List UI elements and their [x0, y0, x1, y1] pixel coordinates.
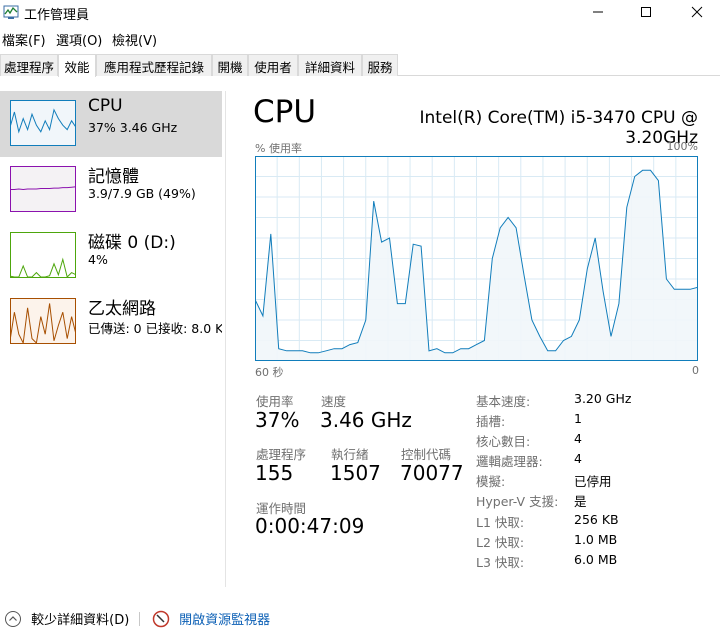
close-icon	[691, 6, 703, 18]
tab-users[interactable]: 使用者	[248, 54, 298, 76]
tab-strip: 處理程序 效能 應用程式歷程記錄 開機 使用者 詳細資料 服務	[0, 54, 720, 77]
menu-options[interactable]: 選項(O)	[56, 30, 102, 49]
resource-monitor-icon	[152, 610, 170, 627]
spec-value: 256 KB	[574, 512, 619, 527]
menu-file[interactable]: 檔案(F)	[2, 30, 46, 49]
tab-startup[interactable]: 開機	[212, 54, 248, 76]
utilization-value: 37%	[255, 408, 300, 432]
spec-label: L2 快取:	[476, 535, 525, 550]
title-bar: 工作管理員	[0, 0, 720, 24]
usage-max-label: 100%	[666, 140, 698, 153]
spec-value: 3.20 GHz	[574, 391, 632, 406]
spec-value: 6.0 MB	[574, 552, 618, 567]
sidebar-item-ethernet[interactable]: 乙太網路 已傳送: 0 已接收: 8.0 Kbps	[0, 289, 222, 355]
usage-axis-label: % 使用率	[255, 142, 302, 155]
footer-bar: 較少詳細資料(D) 開啟資源監視器	[0, 606, 720, 634]
maximize-button[interactable]	[623, 0, 669, 24]
spec-label: 邏輯處理器:	[476, 454, 543, 469]
tab-performance[interactable]: 效能	[58, 54, 96, 77]
menu-bar: 檔案(F) 選項(O) 檢視(V)	[0, 28, 720, 49]
time-span-label: 60 秒	[255, 366, 284, 379]
fewer-details-label: 較少詳細資料(D)	[31, 613, 130, 628]
sidebar-item-disk[interactable]: 磁碟 0 (D:) 4%	[0, 223, 222, 289]
spec-value: 已停用	[574, 474, 612, 489]
spec-label: L1 快取:	[476, 515, 525, 530]
sidebar-item-cpu[interactable]: CPU 37% 3.46 GHz	[0, 91, 222, 157]
spec-label: 模擬:	[476, 474, 506, 489]
cpu-thumbnail-graph	[10, 100, 76, 146]
tab-processes[interactable]: 處理程序	[0, 54, 58, 76]
sidebar-item-memory[interactable]: 記憶體 3.9/7.9 GB (49%)	[0, 157, 222, 223]
sidebar-item-detail: 3.9/7.9 GB (49%)	[88, 186, 196, 201]
spec-value: 是	[574, 494, 587, 509]
spec-value: 1.0 MB	[574, 532, 618, 547]
fewer-details-toggle[interactable]: 較少詳細資料(D)	[4, 609, 129, 628]
spec-label: L3 快取:	[476, 555, 525, 570]
performance-sidebar: CPU 37% 3.46 GHz 記憶體 3.9/7.9 GB (49%) 磁碟…	[0, 91, 226, 587]
spec-value: 1	[574, 411, 582, 426]
sidebar-item-detail: 已傳送: 0 已接收: 8.0 Kbps	[88, 321, 222, 336]
tab-services[interactable]: 服務	[362, 54, 398, 76]
processes-value: 155	[255, 461, 294, 485]
minimize-icon	[593, 11, 603, 13]
open-resource-monitor-link[interactable]: 開啟資源監視器	[152, 609, 270, 628]
spec-label: 插槽:	[476, 414, 506, 429]
minimize-button[interactable]	[575, 0, 621, 24]
spec-label: 核心數目:	[476, 434, 531, 449]
chevron-up-icon	[5, 610, 21, 627]
sidebar-item-detail: 37% 3.46 GHz	[88, 120, 178, 135]
uptime-value: 0:00:47:09	[255, 514, 365, 538]
page-title: CPU	[253, 94, 317, 130]
sidebar-item-label: 磁碟 0 (D:)	[88, 233, 176, 253]
spec-value: 4	[574, 451, 582, 466]
open-resource-monitor-label: 開啟資源監視器	[179, 613, 271, 628]
spec-label: 基本速度:	[476, 394, 531, 409]
handles-value: 70077	[400, 461, 464, 485]
cpu-model-name: Intel(R) Core(TM) i5-3470 CPU @ 3.20GHz	[419, 108, 699, 148]
close-button[interactable]	[674, 0, 720, 24]
memory-thumbnail-graph	[10, 166, 76, 212]
threads-value: 1507	[330, 461, 381, 485]
spec-label: Hyper-V 支援:	[476, 494, 559, 509]
speed-value: 3.46 GHz	[320, 408, 412, 432]
thumbnail-area	[10, 186, 76, 212]
tab-app-history[interactable]: 應用程式歷程記錄	[96, 54, 212, 76]
sidebar-item-detail: 4%	[88, 252, 108, 267]
sidebar-item-label: 乙太網路	[88, 299, 156, 319]
sidebar-item-label: CPU	[88, 96, 123, 116]
maximize-icon	[641, 7, 651, 17]
cpu-usage-graph	[255, 156, 698, 361]
window-title: 工作管理員	[24, 8, 90, 23]
sidebar-item-label: 記憶體	[88, 167, 139, 187]
task-manager-icon	[3, 5, 19, 19]
ethernet-thumbnail-graph	[10, 298, 76, 344]
footer-divider	[139, 612, 140, 626]
time-end-label: 0	[692, 364, 699, 377]
tab-details[interactable]: 詳細資料	[298, 54, 362, 76]
spec-value: 4	[574, 431, 582, 446]
menu-view[interactable]: 檢視(V)	[112, 30, 157, 49]
disk-thumbnail-graph	[10, 232, 76, 278]
